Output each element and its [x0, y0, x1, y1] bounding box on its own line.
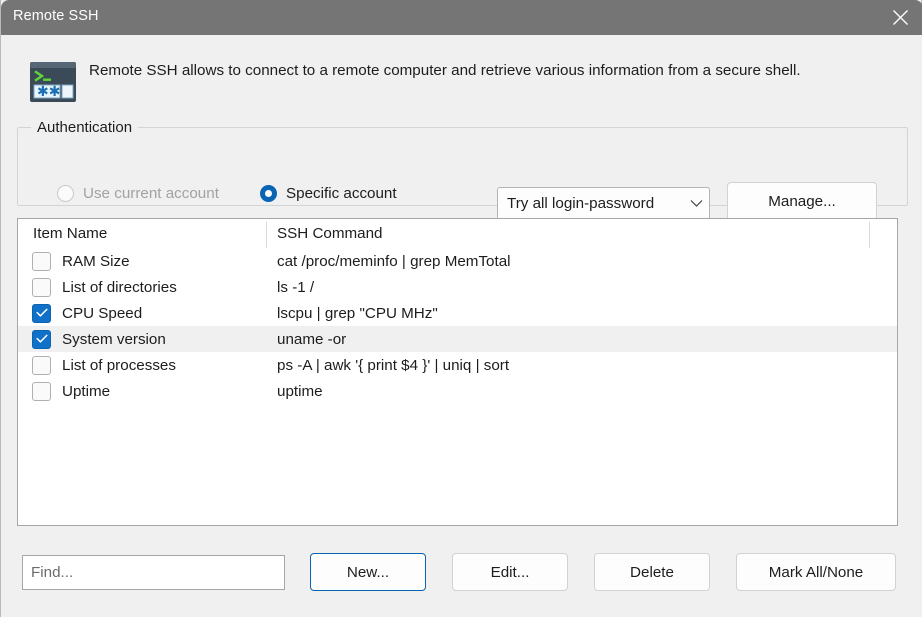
row-item-name: List of directories [62, 278, 177, 296]
list-header: Item Name SSH Command [18, 219, 897, 248]
radio-off-icon [57, 185, 74, 202]
row-item-name: Uptime [62, 382, 111, 400]
remote-ssh-dialog: Remote SSH ✱✱✱ Remote SSH allows to conn… [0, 0, 922, 617]
terminal-ssh-icon: ✱✱✱ [29, 61, 77, 103]
row-ssh-command: ps -A | awk '{ print $4 }' | uniq | sort [277, 356, 510, 374]
ssh-items-list[interactable]: Item Name SSH Command RAM Size cat /proc/… [17, 218, 898, 526]
checkbox-unchecked-icon[interactable] [32, 277, 51, 297]
column-separator-1[interactable] [266, 222, 267, 248]
radio-specific-account[interactable]: Specific account [260, 185, 397, 202]
row-item-name: CPU Speed [62, 304, 143, 322]
manage-button[interactable]: Manage... [727, 182, 877, 221]
login-mode-select[interactable]: Try all login-password [497, 187, 710, 220]
dialog-description: Remote SSH allows to connect to a remote… [89, 62, 801, 79]
radio-on-icon [260, 185, 277, 202]
row-ssh-command: cat /proc/meminfo | grep MemTotal [277, 252, 511, 270]
close-button[interactable] [877, 0, 922, 35]
row-item-name: System version [62, 330, 166, 348]
mark-all-button[interactable]: Mark All/None [736, 553, 896, 591]
column-separator-2[interactable] [869, 222, 870, 248]
edit-button[interactable]: Edit... [452, 553, 568, 591]
authentication-legend: Authentication [31, 118, 139, 137]
close-icon [892, 9, 909, 26]
row-ssh-command: uname -or [277, 330, 347, 348]
column-header-item-name[interactable]: Item Name [33, 225, 107, 242]
row-ssh-command: ls -1 / [277, 278, 315, 296]
window-title: Remote SSH [13, 8, 99, 24]
row-ssh-command: lscpu | grep "CPU MHz" [277, 304, 438, 322]
table-row[interactable]: System version uname -or [18, 326, 897, 352]
table-row[interactable]: Uptime uptime [18, 378, 897, 404]
row-ssh-command: uptime [277, 382, 323, 400]
checkbox-unchecked-icon[interactable] [32, 355, 51, 375]
find-input[interactable]: Find... [22, 555, 285, 590]
delete-button[interactable]: Delete [594, 553, 710, 591]
table-row[interactable]: RAM Size cat /proc/meminfo | grep MemTota… [18, 248, 897, 274]
row-item-name: List of processes [62, 356, 176, 374]
checkbox-unchecked-icon[interactable] [32, 251, 51, 271]
column-header-ssh-command[interactable]: SSH Command [277, 225, 383, 242]
checkbox-checked-icon[interactable] [32, 303, 51, 323]
radio-specific-account-label: Specific account [286, 185, 397, 202]
login-mode-value: Try all login-password [507, 195, 655, 212]
checkbox-unchecked-icon[interactable] [32, 381, 51, 401]
new-button[interactable]: New... [310, 553, 426, 591]
table-row[interactable]: List of processes ps -A | awk '{ print $4… [18, 352, 897, 378]
list-rows: RAM Size cat /proc/meminfo | grep MemTota… [18, 248, 897, 404]
row-item-name: RAM Size [62, 252, 130, 270]
checkbox-checked-icon[interactable] [32, 329, 51, 349]
chevron-down-icon [683, 199, 709, 208]
header-area: ✱✱✱ Remote SSH allows to connect to a re… [1, 35, 922, 118]
radio-use-current-account[interactable]: Use current account [57, 185, 219, 202]
table-row[interactable]: List of directories ls -1 / [18, 274, 897, 300]
radio-use-current-account-label: Use current account [83, 185, 219, 202]
table-row[interactable]: CPU Speed lscpu | grep "CPU MHz" [18, 300, 897, 326]
find-placeholder: Find... [31, 564, 74, 581]
title-bar: Remote SSH [1, 0, 922, 35]
dialog-body: ✱✱✱ Remote SSH allows to connect to a re… [1, 35, 922, 617]
